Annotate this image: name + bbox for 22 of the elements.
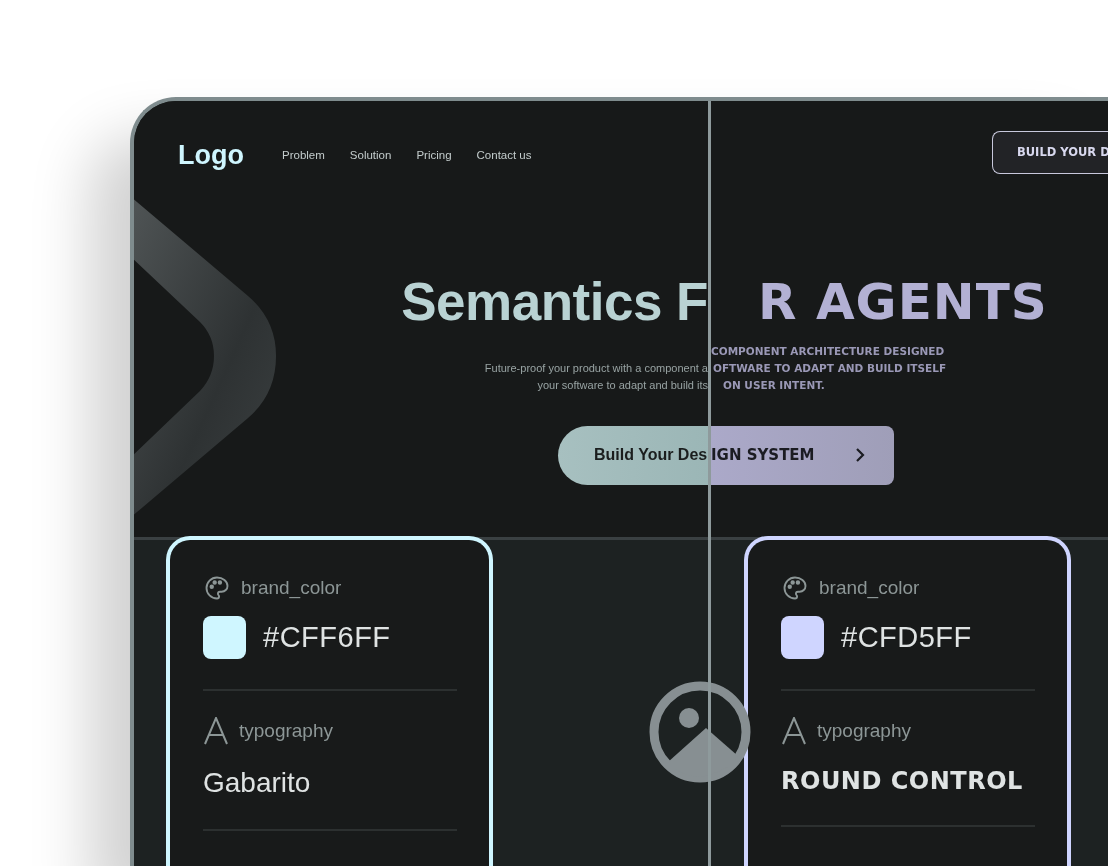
hero-subtitle: OFTWARE TO ADAPT AND BUILD ITSELF <box>713 361 948 376</box>
hero-subtitle: COMPONENT ARCHITECTURE DESIGNED <box>711 344 946 359</box>
token-label: typography <box>239 719 333 742</box>
token-label: brand_color <box>241 576 342 599</box>
nav-link[interactable]: Problem <box>282 149 325 161</box>
hero-title: R AGENTS <box>758 272 1049 332</box>
font-name: Gabarito <box>203 766 312 799</box>
nav-link[interactable]: Contact us <box>476 149 532 161</box>
color-value: #CFD5FF <box>841 620 972 654</box>
logo[interactable]: Logo <box>178 139 244 171</box>
hero-subtitle: Future-proof your product with a component a <box>483 361 708 376</box>
token-label: brand_color <box>819 576 920 599</box>
build-button[interactable]: IGN SYSTEM <box>711 426 894 485</box>
hero-subtitle: ON USER INTENT. <box>723 378 826 393</box>
color-value: #CFF6FF <box>263 620 391 654</box>
build-button[interactable]: Build Your Des <box>558 426 708 485</box>
hero-subtitle: your software to adapt and build its <box>536 378 708 393</box>
hero-title: Semantics F <box>400 272 708 332</box>
token-label: typography <box>817 719 911 742</box>
nav-link[interactable]: Solution <box>349 149 392 161</box>
nav-link[interactable]: Pricing <box>416 149 452 161</box>
font-name: ROUND CONTROL <box>781 766 1024 795</box>
